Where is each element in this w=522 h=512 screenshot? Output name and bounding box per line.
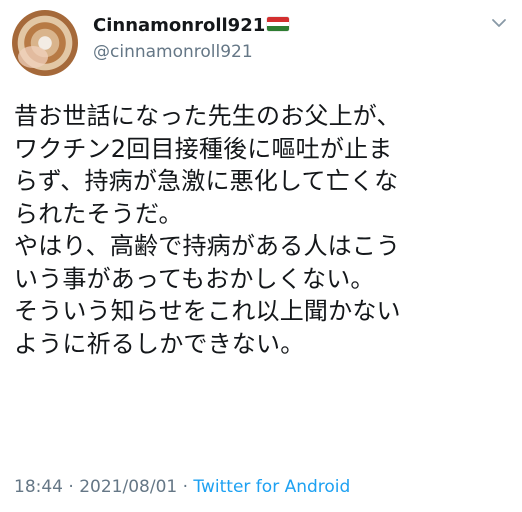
display-name[interactable]: Cinnamonroll921 xyxy=(93,15,265,36)
hungary-flag-icon xyxy=(267,17,290,31)
tweet-line: らず、持病が急激に悪化して亡くな xyxy=(14,167,399,195)
tweet-meta: 18:44 · 2021/08/01 · Twitter for Android xyxy=(14,477,350,497)
tweet-source-link[interactable]: Twitter for Android xyxy=(193,477,350,497)
tweet-line: やはり、高齢で持病がある人はこう xyxy=(14,232,401,260)
author-info: Cinnamonroll921 @cinnamonroll921 xyxy=(93,12,290,64)
tweet-line: られたそうだ。 xyxy=(14,199,183,228)
meta-separator: · xyxy=(63,477,80,497)
tweet-line: いう事があってもおかしくない。 xyxy=(14,264,375,293)
tweet-card: Cinnamonroll921 @cinnamonroll921 昔お世話になっ… xyxy=(0,0,522,512)
display-name-row: Cinnamonroll921 xyxy=(93,12,290,38)
user-handle[interactable]: @cinnamonroll921 xyxy=(93,42,289,64)
chevron-down-icon[interactable] xyxy=(490,14,508,32)
tweet-line: 昔お世話になった先生のお父上が、 xyxy=(14,102,401,130)
meta-separator: · xyxy=(177,477,194,497)
tweet-date[interactable]: 2021/08/01 xyxy=(79,477,177,497)
tweet-text: 昔お世話になった先生のお父上が、 ワクチン2回目接種後に嘔吐が止ま らず、持病が… xyxy=(14,100,514,360)
tweet-time[interactable]: 18:44 xyxy=(14,477,63,497)
tweet-line: ワクチン2回目接種後に嘔吐が止ま xyxy=(14,134,393,163)
avatar[interactable] xyxy=(12,10,78,76)
tweet-line: ように祈るしかできない。 xyxy=(14,329,305,358)
tweet-line: そういう知らせをこれ以上聞かない xyxy=(14,297,401,325)
